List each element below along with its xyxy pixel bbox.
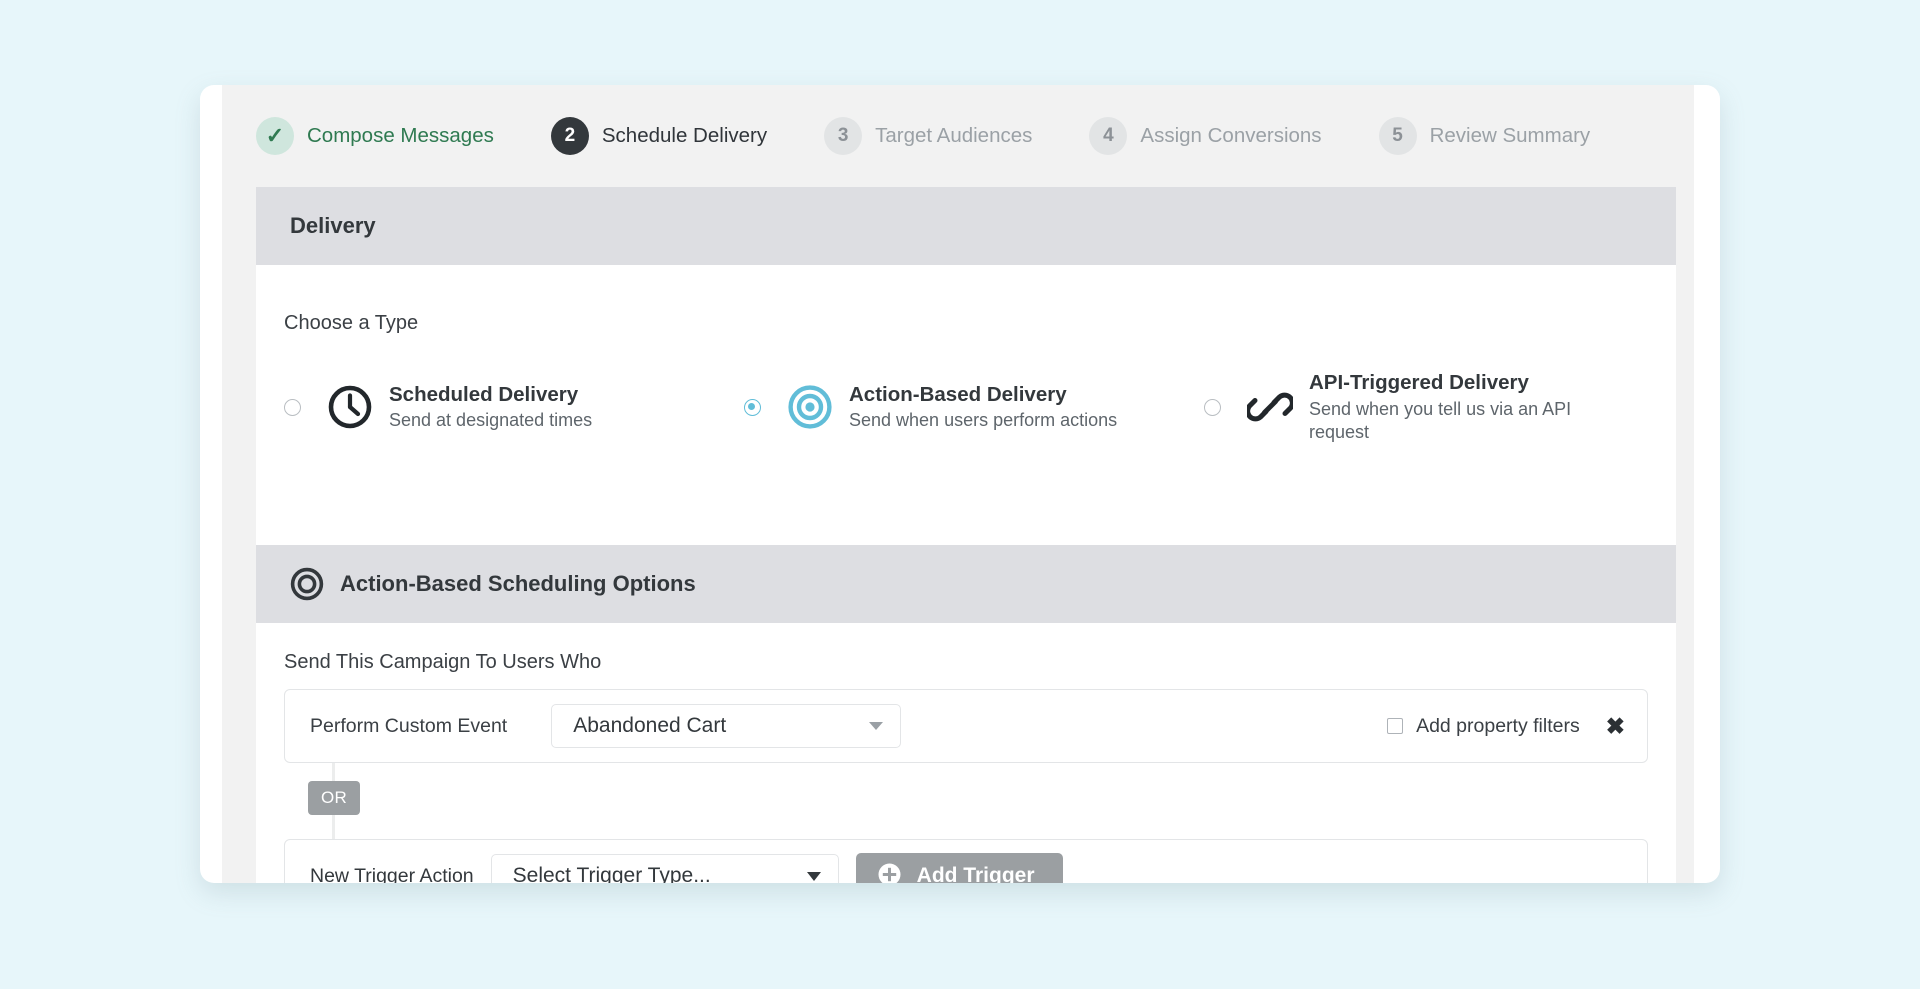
delivery-type-action-based-text: Action-Based Delivery Send when users pe… — [849, 382, 1117, 433]
delivery-type-action-based-subtitle: Send when users perform actions — [849, 409, 1117, 432]
step-label-assign-conversions: Assign Conversions — [1140, 124, 1321, 148]
choose-type-panel: Choose a Type Scheduled Delivery S — [256, 265, 1676, 545]
add-property-filters-checkbox[interactable] — [1387, 718, 1403, 734]
check-icon: ✓ — [266, 125, 284, 147]
step-target-audiences[interactable]: 3 Target Audiences — [824, 116, 1032, 156]
delivery-type-scheduled-text: Scheduled Delivery Send at designated ti… — [389, 382, 592, 433]
delivery-type-scheduled[interactable]: Scheduled Delivery Send at designated ti… — [256, 370, 716, 444]
add-property-filters-label: Add property filters — [1416, 715, 1580, 738]
wizard-stepper: ✓ Compose Messages 2 Schedule Delivery 3… — [222, 85, 1694, 187]
delivery-type-action-based-title: Action-Based Delivery — [849, 382, 1117, 408]
new-trigger-row: New Trigger Action Select Trigger Type..… — [284, 839, 1648, 883]
step-review-summary[interactable]: 5 Review Summary — [1379, 116, 1591, 156]
delivery-type-api-triggered-subtitle: Send when you tell us via an API request — [1309, 398, 1636, 445]
delivery-type-scheduled-subtitle: Send at designated times — [389, 409, 592, 432]
delivery-type-scheduled-title: Scheduled Delivery — [389, 382, 592, 408]
delivery-type-api-triggered[interactable]: API-Triggered Delivery Send when you tel… — [1176, 370, 1636, 444]
step-assign-conversions[interactable]: 4 Assign Conversions — [1089, 116, 1321, 156]
add-trigger-button[interactable]: Add Trigger — [856, 853, 1063, 883]
custom-event-select[interactable]: Abandoned Cart — [551, 704, 901, 748]
trigger-type-select[interactable]: Select Trigger Type... — [491, 854, 839, 883]
delivery-section-header: Delivery — [256, 187, 1676, 265]
step-badge-5: 5 — [1379, 117, 1417, 155]
trigger-condition-label: Perform Custom Event — [310, 715, 507, 738]
clock-icon — [327, 384, 373, 430]
step-badge-3: 3 — [824, 117, 862, 155]
radio-scheduled-delivery[interactable] — [284, 399, 301, 416]
bullseye-icon — [787, 384, 833, 430]
delivery-type-action-based[interactable]: Action-Based Delivery Send when users pe… — [716, 370, 1176, 444]
step-label-schedule-delivery: Schedule Delivery — [602, 124, 767, 148]
step-badge-2: 2 — [551, 117, 589, 155]
delivery-type-api-triggered-title: API-Triggered Delivery — [1309, 370, 1636, 396]
close-icon[interactable]: ✖ — [1606, 715, 1625, 738]
or-badge: OR — [308, 781, 360, 815]
custom-event-select-value: Abandoned Cart — [573, 714, 726, 738]
or-connector: OR — [308, 763, 528, 839]
delivery-type-radio-group: Scheduled Delivery Send at designated ti… — [256, 370, 1676, 444]
trigger-row: Perform Custom Event Abandoned Cart Add … — [284, 689, 1648, 763]
choose-type-label: Choose a Type — [284, 312, 418, 335]
scheduling-options-panel: Send This Campaign To Users Who Perform … — [256, 623, 1676, 883]
delivery-type-api-triggered-text: API-Triggered Delivery Send when you tel… — [1309, 370, 1636, 444]
campaign-builder-card: ✓ Compose Messages 2 Schedule Delivery 3… — [200, 85, 1720, 883]
radio-action-based-delivery[interactable] — [744, 399, 761, 416]
step-badge-4: 4 — [1089, 117, 1127, 155]
link-icon — [1247, 384, 1293, 430]
step-badge-check: ✓ — [256, 117, 294, 155]
add-property-filters-toggle[interactable]: Add property filters — [1387, 715, 1580, 738]
chevron-down-icon — [869, 722, 883, 730]
delivery-section-title: Delivery — [290, 213, 376, 239]
radio-api-triggered-delivery[interactable] — [1204, 399, 1221, 416]
new-trigger-action-label: New Trigger Action — [310, 865, 474, 884]
send-to-users-label: Send This Campaign To Users Who — [284, 651, 601, 674]
bullseye-icon — [290, 567, 324, 601]
trigger-type-select-value: Select Trigger Type... — [513, 864, 711, 883]
chevron-down-icon — [807, 872, 821, 881]
add-trigger-button-label: Add Trigger — [917, 864, 1035, 883]
plus-circle-icon — [877, 862, 902, 883]
scheduling-options-header: Action-Based Scheduling Options — [256, 545, 1676, 623]
scheduling-options-title: Action-Based Scheduling Options — [340, 571, 696, 597]
workspace: ✓ Compose Messages 2 Schedule Delivery 3… — [222, 85, 1694, 883]
step-label-target-audiences: Target Audiences — [875, 124, 1032, 148]
step-label-review-summary: Review Summary — [1430, 124, 1591, 148]
step-compose-messages[interactable]: ✓ Compose Messages — [256, 116, 494, 156]
step-label-compose-messages: Compose Messages — [307, 124, 494, 148]
step-schedule-delivery[interactable]: 2 Schedule Delivery — [551, 116, 767, 156]
